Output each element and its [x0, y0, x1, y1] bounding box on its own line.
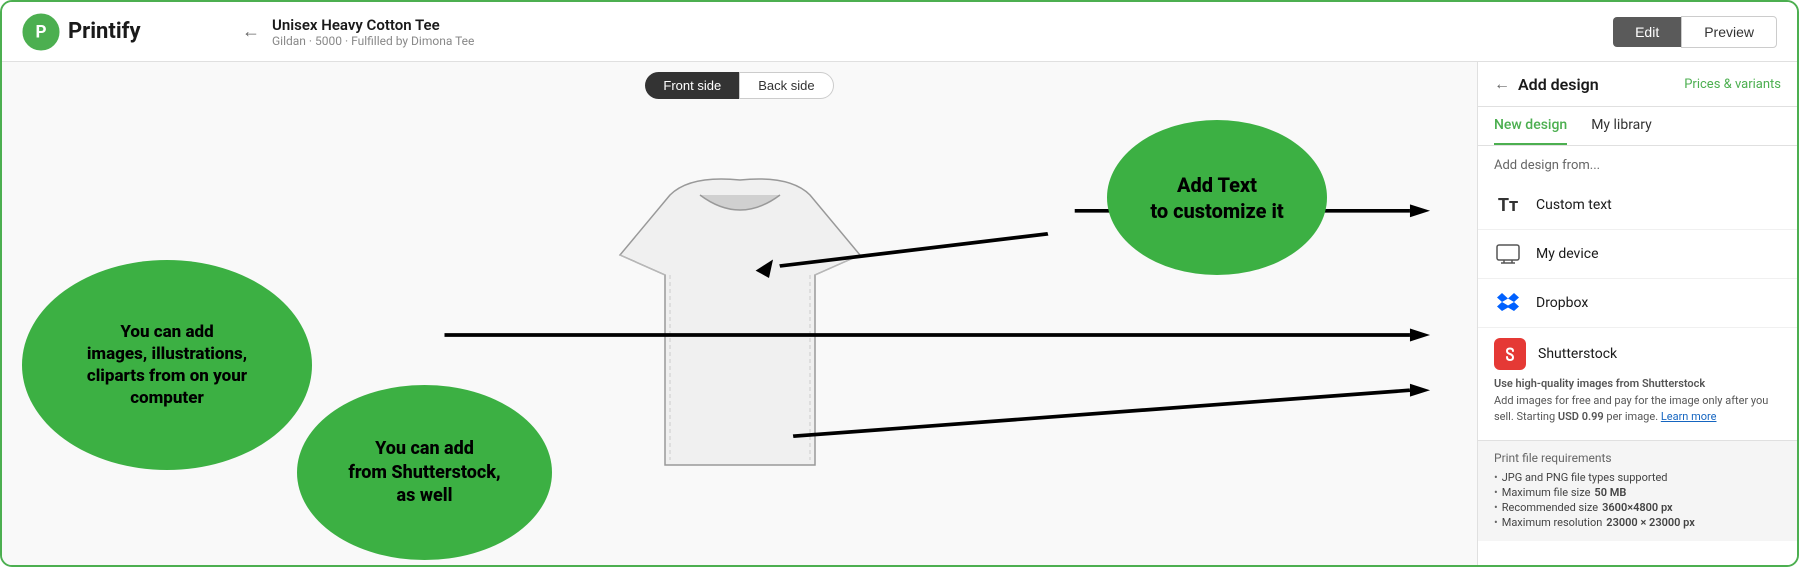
svg-text:P: P	[35, 22, 46, 42]
shutterstock-header: Shutterstock	[1494, 338, 1781, 370]
custom-text-icon: Tт	[1494, 191, 1522, 219]
custom-text-label: Custom text	[1536, 197, 1612, 213]
product-subtitle: Gildan · 5000 · Fulfilled by Dimona Tee	[272, 34, 474, 48]
dropbox-label: Dropbox	[1536, 295, 1588, 311]
printify-logo-icon: P	[22, 13, 60, 51]
header-actions: Edit Preview	[1613, 16, 1777, 48]
dropbox-option[interactable]: Dropbox	[1478, 279, 1797, 328]
shutterstock-desc-text: Add images for free and pay for the imag…	[1494, 394, 1768, 424]
product-back-arrow[interactable]: ←	[242, 21, 260, 42]
canvas-content: Add Textto customize it You can addimage…	[2, 105, 1477, 565]
tab-front-side[interactable]: Front side	[645, 72, 739, 99]
my-device-option[interactable]: My device	[1478, 230, 1797, 279]
print-req-item-1: JPG and PNG file types supported	[1494, 471, 1781, 484]
print-req-item-4: Maximum resolution 23000 × 23000 px	[1494, 516, 1781, 529]
custom-text-option[interactable]: Tт Custom text	[1478, 181, 1797, 230]
shutterstock-title: Shutterstock	[1538, 346, 1617, 362]
canvas-tabs: Front side Back side	[2, 62, 1477, 105]
add-design-from-label: Add design from...	[1478, 146, 1797, 181]
print-requirements: Print file requirements JPG and PNG file…	[1478, 440, 1797, 541]
tab-my-library[interactable]: My library	[1591, 107, 1652, 145]
tab-new-design[interactable]: New design	[1494, 107, 1567, 145]
tshirt-svg	[590, 165, 890, 505]
panel-tabs: New design My library	[1478, 107, 1797, 146]
preview-button[interactable]: Preview	[1681, 16, 1777, 48]
shutterstock-logo-icon	[1494, 338, 1526, 370]
header: P Printify ← Unisex Heavy Cotton Tee Gil…	[2, 2, 1797, 62]
canvas-area: Front side Back side	[2, 62, 1477, 565]
print-req-item-2: Maximum file size 50 MB	[1494, 486, 1781, 499]
edit-button[interactable]: Edit	[1613, 17, 1681, 47]
right-panel: ← Add design Prices & variants New desig…	[1477, 62, 1797, 565]
logo-text: Printify	[68, 19, 141, 44]
tshirt-container	[2, 105, 1477, 565]
learn-more-link[interactable]: Learn more	[1661, 410, 1717, 423]
content-area: Front side Back side	[2, 62, 1797, 565]
tab-back-side[interactable]: Back side	[739, 72, 833, 99]
shutterstock-section[interactable]: Shutterstock Use high-quality images fro…	[1478, 328, 1797, 440]
product-info: ← Unisex Heavy Cotton Tee Gildan · 5000 …	[242, 16, 1613, 48]
my-device-icon	[1494, 240, 1522, 268]
shutterstock-desc: Use high-quality images from Shutterstoc…	[1494, 376, 1781, 426]
product-title-block: Unisex Heavy Cotton Tee Gildan · 5000 · …	[272, 16, 474, 48]
panel-header: ← Add design Prices & variants	[1478, 62, 1797, 107]
prices-variants-link[interactable]: Prices & variants	[1684, 77, 1781, 92]
panel-back-arrow[interactable]: ←	[1494, 74, 1510, 94]
print-req-item-3: Recommended size 3600×4800 px	[1494, 501, 1781, 514]
shutterstock-desc-bold: Use high-quality images from Shutterstoc…	[1494, 377, 1705, 390]
logo-area: P Printify	[22, 13, 242, 51]
dropbox-icon	[1494, 289, 1522, 317]
app-container: P Printify ← Unisex Heavy Cotton Tee Gil…	[0, 0, 1799, 567]
print-req-title: Print file requirements	[1494, 451, 1781, 465]
product-title: Unisex Heavy Cotton Tee	[272, 16, 474, 34]
panel-title: Add design	[1518, 75, 1599, 94]
my-device-label: My device	[1536, 246, 1599, 262]
